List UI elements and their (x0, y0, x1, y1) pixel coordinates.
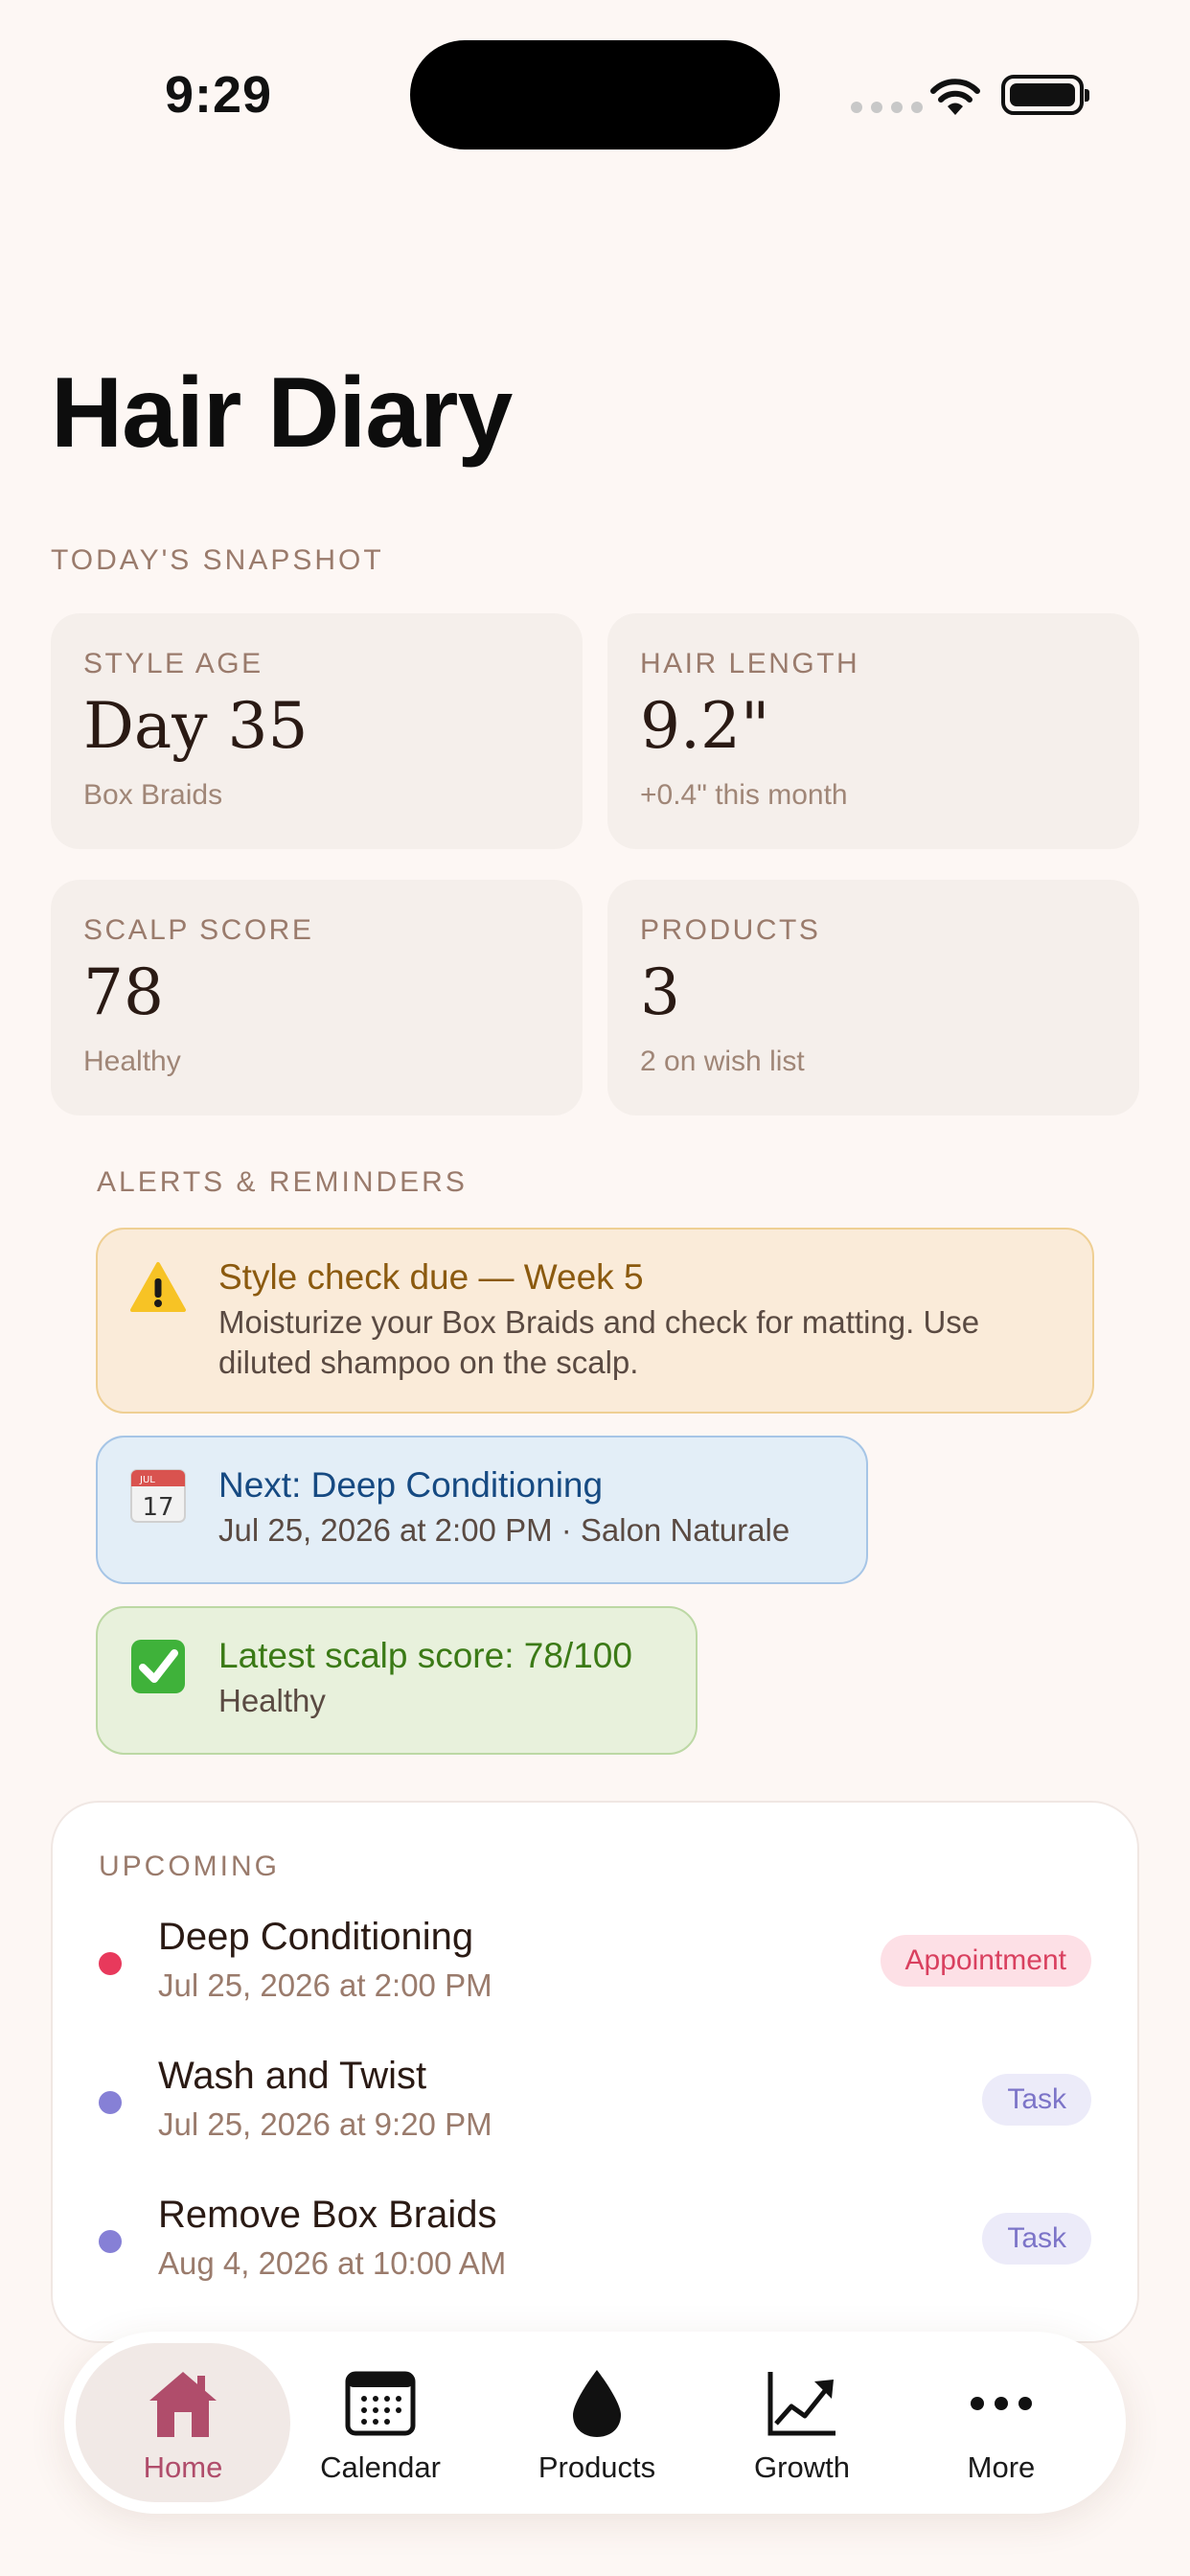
stat-value: 9.2" (640, 689, 770, 763)
scalp-score-alert[interactable]: Latest scalp score: 78/100 Healthy (96, 1606, 698, 1755)
calendar-icon: JUL 17 (130, 1469, 186, 1523)
upcoming-card: UPCOMING Deep Conditioning Jul 25, 2026 … (51, 1801, 1139, 2343)
stat-value: 3 (640, 955, 680, 1029)
upcoming-item-title: Remove Box Braids (158, 2194, 497, 2236)
tab-calendar[interactable]: Calendar (285, 2343, 476, 2502)
stat-label: SCALP SCORE (83, 914, 314, 946)
task-badge: Task (982, 2213, 1091, 2265)
task-dot-icon (99, 2230, 122, 2253)
status-time: 9:29 (165, 66, 273, 124)
dynamic-island (410, 40, 780, 150)
alerts-section-label: ALERTS & REMINDERS (97, 1166, 468, 1198)
page-title: Hair Diary (51, 357, 513, 469)
battery-icon (1001, 75, 1089, 115)
hair-length-card[interactable]: HAIR LENGTH 9.2" +0.4" this month (607, 613, 1139, 849)
task-dot-icon (99, 2091, 122, 2114)
tab-more[interactable]: More (905, 2343, 1097, 2502)
next-appointment-alert[interactable]: JUL 17 Next: Deep Conditioning Jul 25, 2… (96, 1436, 868, 1584)
upcoming-item-date: Jul 25, 2026 at 9:20 PM (158, 2106, 492, 2142)
stat-label: HAIR LENGTH (640, 648, 860, 679)
svg-text:JUL: JUL (139, 1475, 155, 1485)
alert-body: Healthy (218, 1683, 326, 1719)
upcoming-item[interactable]: Deep Conditioning Jul 25, 2026 at 2:00 P… (99, 1916, 1091, 2021)
appointment-badge: Appointment (880, 1935, 1091, 1987)
wifi-icon (930, 79, 980, 115)
checkmark-icon (131, 1640, 185, 1693)
tab-label: Calendar (320, 2450, 441, 2484)
upcoming-item-date: Aug 4, 2026 at 10:00 AM (158, 2245, 507, 2281)
tab-bar: Home Calendar Products Growth More (64, 2332, 1126, 2514)
cellular-signal-icon (851, 102, 923, 113)
stat-label: PRODUCTS (640, 914, 821, 946)
upcoming-item-title: Deep Conditioning (158, 1916, 474, 1958)
tab-home[interactable]: Home (76, 2343, 290, 2502)
stat-value: Day 35 (83, 689, 309, 763)
style-age-card[interactable]: STYLE AGE Day 35 Box Braids (51, 613, 583, 849)
alert-title: Style check due — Week 5 (218, 1257, 644, 1297)
tab-label: More (967, 2450, 1036, 2484)
scalp-score-card[interactable]: SCALP SCORE 78 Healthy (51, 880, 583, 1116)
upcoming-item[interactable]: Wash and Twist Jul 25, 2026 at 9:20 PM T… (99, 2055, 1091, 2160)
style-check-alert[interactable]: Style check due — Week 5 Moisturize your… (96, 1228, 1094, 1414)
droplet-icon (573, 2370, 621, 2437)
svg-text:17: 17 (142, 1493, 173, 1522)
tab-label: Home (143, 2450, 223, 2484)
alert-title: Latest scalp score: 78/100 (218, 1636, 632, 1675)
chart-icon (767, 2372, 835, 2436)
stat-subtitle: +0.4" this month (640, 778, 848, 811)
stat-label: STYLE AGE (83, 648, 263, 679)
products-card[interactable]: PRODUCTS 3 2 on wish list (607, 880, 1139, 1116)
warning-icon (130, 1262, 186, 1312)
appointment-dot-icon (99, 1952, 122, 1975)
stat-subtitle: Box Braids (83, 778, 223, 811)
upcoming-item-date: Jul 25, 2026 at 2:00 PM (158, 1967, 492, 2003)
stat-subtitle: 2 on wish list (640, 1045, 805, 1077)
alert-title: Next: Deep Conditioning (218, 1465, 604, 1505)
upcoming-item[interactable]: Remove Box Braids Aug 4, 2026 at 10:00 A… (99, 2194, 1091, 2299)
stat-subtitle: Healthy (83, 1045, 181, 1077)
task-badge: Task (982, 2074, 1091, 2126)
tab-label: Products (538, 2450, 656, 2484)
upcoming-item-title: Wash and Twist (158, 2055, 427, 2097)
alert-body: Moisturize your Box Braids and check for… (218, 1304, 980, 1380)
ellipsis-icon (971, 2397, 1032, 2410)
tab-growth[interactable]: Growth (706, 2343, 898, 2502)
stat-value: 78 (83, 955, 164, 1029)
tab-products[interactable]: Products (501, 2343, 693, 2502)
alert-body: Jul 25, 2026 at 2:00 PM · Salon Naturale (218, 1512, 790, 1549)
tab-label: Growth (754, 2450, 850, 2484)
upcoming-section-label: UPCOMING (99, 1851, 280, 1882)
calendar-icon (345, 2371, 416, 2436)
snapshot-section-label: TODAY'S SNAPSHOT (51, 544, 384, 576)
house-icon (149, 2372, 217, 2437)
